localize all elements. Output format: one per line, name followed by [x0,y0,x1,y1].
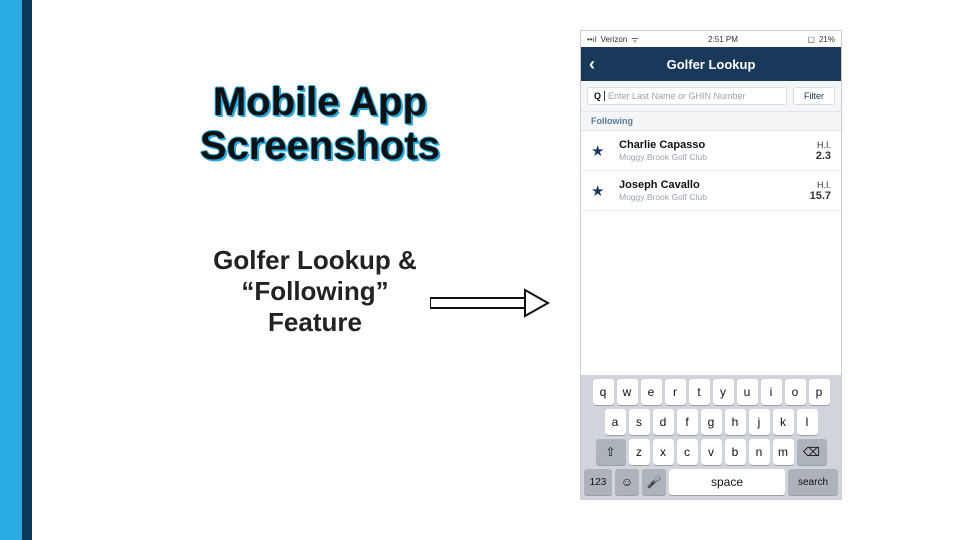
search-icon: Q [594,91,601,101]
golfer-club: Moggy Brook Golf Club [619,152,816,162]
key-r[interactable]: r [665,379,686,405]
keyboard-row: 123 ☺ 🎤 space search [584,469,838,495]
key-f[interactable]: f [677,409,698,435]
nav-title: Golfer Lookup [667,57,756,72]
list-item[interactable]: ★ Joseph Cavallo Moggy Brook Golf Club H… [581,171,841,211]
key-mic[interactable]: 🎤 [642,469,666,495]
wifi-icon: ᯤ [631,34,638,45]
key-emoji[interactable]: ☺ [615,469,639,495]
accent-bar-dark [22,360,32,540]
battery-label: 21% [819,35,835,44]
key-m[interactable]: m [773,439,794,465]
golfer-club: Moggy Brook Golf Club [619,192,810,202]
clock-label: 2:51 PM [708,35,738,44]
key-o[interactable]: o [785,379,806,405]
key-backspace[interactable]: ⌫ [797,439,827,465]
star-icon[interactable]: ★ [591,182,611,200]
golfer-name: Charlie Capasso [619,139,816,151]
golfer-info: Charlie Capasso Moggy Brook Golf Club [619,139,816,162]
key-123[interactable]: 123 [584,469,612,495]
slide-subtitle: Golfer Lookup & “Following” Feature [200,245,430,339]
key-z[interactable]: z [629,439,650,465]
key-space[interactable]: space [669,469,785,495]
hi-value: 2.3 [816,150,831,162]
key-u[interactable]: u [737,379,758,405]
hi-value: 15.7 [810,190,831,202]
arrow-icon [430,288,550,318]
handicap-index: H.I. 15.7 [810,180,831,202]
accent-bar-dark [22,180,32,360]
accent-bar [0,360,22,540]
handicap-index: H.I. 2.3 [816,140,831,162]
key-j[interactable]: j [749,409,770,435]
slide: Mobile App Screenshots Golfer Lookup & “… [0,0,960,540]
key-q[interactable]: q [593,379,614,405]
hi-label: H.I. [810,180,831,190]
key-i[interactable]: i [761,379,782,405]
key-t[interactable]: t [689,379,710,405]
phone-mockup: ••ıl Verizon ᯤ 2:51 PM ▢ 21% ‹ Golfer Lo… [580,30,842,500]
key-c[interactable]: c [677,439,698,465]
key-y[interactable]: y [713,379,734,405]
search-placeholder: Enter Last Name or GHIN Number [608,91,746,101]
search-row: Q Enter Last Name or GHIN Number Filter [581,81,841,112]
key-l[interactable]: l [797,409,818,435]
golfer-name: Joseph Cavallo [619,179,810,191]
key-p[interactable]: p [809,379,830,405]
keyboard: q w e r t y u i o p a s d f g h j k l [581,375,841,499]
key-e[interactable]: e [641,379,662,405]
search-input[interactable]: Q Enter Last Name or GHIN Number [587,87,787,105]
slide-title: Mobile App Screenshots [150,80,490,168]
accent-bar [0,0,22,180]
key-h[interactable]: h [725,409,746,435]
battery-icon: ▢ [807,35,815,44]
keyboard-row: q w e r t y u i o p [584,379,838,405]
text-cursor [604,91,605,101]
following-section-label: Following [581,112,841,131]
key-v[interactable]: v [701,439,722,465]
list-item[interactable]: ★ Charlie Capasso Moggy Brook Golf Club … [581,131,841,171]
hi-label: H.I. [816,140,831,150]
key-d[interactable]: d [653,409,674,435]
carrier-label: Verizon [601,35,628,44]
golfer-info: Joseph Cavallo Moggy Brook Golf Club [619,179,810,202]
keyboard-row: a s d f g h j k l [584,409,838,435]
key-shift[interactable]: ⇧ [596,439,626,465]
status-bar: ••ıl Verizon ᯤ 2:51 PM ▢ 21% [581,31,841,47]
keyboard-row: ⇧ z x c v b n m ⌫ [584,439,838,465]
content-area [581,211,841,375]
nav-bar: ‹ Golfer Lookup [581,47,841,81]
key-a[interactable]: a [605,409,626,435]
accent-bar-dark [22,0,32,180]
key-x[interactable]: x [653,439,674,465]
key-s[interactable]: s [629,409,650,435]
filter-button[interactable]: Filter [793,87,835,105]
key-g[interactable]: g [701,409,722,435]
key-n[interactable]: n [749,439,770,465]
back-button[interactable]: ‹ [589,55,595,73]
key-b[interactable]: b [725,439,746,465]
mic-icon: 🎤 [647,475,662,489]
star-icon[interactable]: ★ [591,142,611,160]
key-w[interactable]: w [617,379,638,405]
key-k[interactable]: k [773,409,794,435]
accent-bar [0,180,22,360]
signal-icon: ••ıl [587,35,597,44]
key-search[interactable]: search [788,469,838,495]
